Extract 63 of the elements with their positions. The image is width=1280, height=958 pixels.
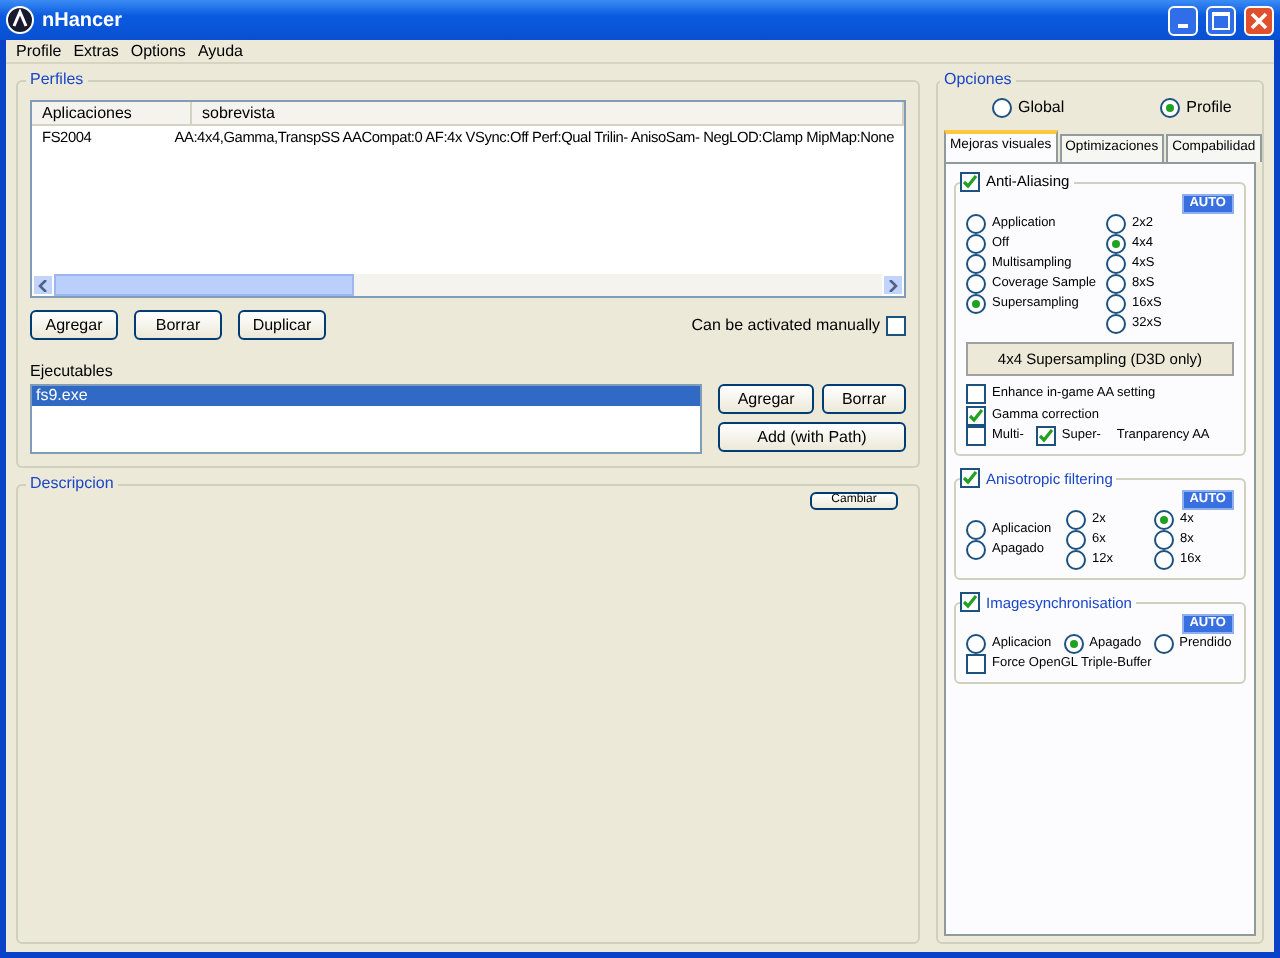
close-button[interactable] [1244,5,1274,35]
field-label: Ejecutables [30,360,113,384]
button[interactable]: Duplicar [238,310,326,340]
checkbox[interactable] [966,384,986,405]
radio-button[interactable] [1066,550,1086,571]
button[interactable]: Agregar [30,310,118,340]
radio-button[interactable] [966,540,986,561]
checkbox[interactable] [1035,426,1056,447]
radio-button[interactable] [1106,274,1126,294]
minimize-button[interactable] [1168,5,1198,35]
checkbox[interactable] [960,468,980,489]
maximize-icon [1212,11,1230,29]
checkbox-label: Can be activated manually [691,317,880,333]
radio-button[interactable] [992,98,1012,118]
menu-item[interactable]: Profile [10,39,68,63]
radio-button[interactable] [1160,98,1181,118]
scroll-right-icon[interactable] [882,274,904,296]
radio-button[interactable] [1154,550,1174,571]
radio-button[interactable] [966,294,986,314]
radio-button[interactable] [1154,530,1174,551]
column-header[interactable]: sobrevista [192,102,904,124]
radio-label: Global [1018,100,1065,116]
radio-button[interactable] [966,254,986,274]
radio-button[interactable] [1066,530,1086,551]
checkbox[interactable] [966,406,986,427]
maximize-button[interactable] [1206,5,1236,35]
radio-button[interactable] [1106,294,1126,314]
scroll-left-icon[interactable] [32,274,54,296]
button[interactable]: Agregar [718,384,815,414]
checkbox[interactable] [966,654,986,675]
radio-button[interactable] [1106,234,1126,254]
menu-item[interactable]: Ayuda [191,39,249,63]
radio-button[interactable] [966,274,986,294]
radio-button[interactable] [1106,314,1126,334]
window-title: nHancer [42,7,123,35]
radio-button[interactable] [1063,634,1084,655]
app-icon [6,6,34,34]
list-item[interactable]: fs9.exe [32,386,700,406]
radio-button[interactable] [1066,510,1086,531]
checkbox[interactable] [960,592,980,613]
close-icon [1250,11,1268,29]
radio-button[interactable] [966,214,986,234]
button[interactable]: Add (with Path) [718,422,906,452]
radio-button[interactable] [1154,510,1174,531]
checkbox[interactable] [966,426,986,447]
menu-item[interactable]: Options [124,39,192,63]
radio-button[interactable] [1106,254,1126,274]
column-header[interactable]: Aplicaciones [32,102,192,124]
button[interactable]: Borrar [822,384,907,414]
button[interactable]: Borrar [134,310,222,340]
radio-label: Profile [1186,100,1232,116]
menu-item[interactable]: Extras [67,39,125,63]
group-title: Perfiles [28,72,86,88]
checkbox[interactable] [960,172,980,192]
checkbox[interactable] [886,315,906,335]
radio-button[interactable] [1153,634,1174,655]
horizontal-scrollbar[interactable] [32,274,904,296]
group-title: Opciones [942,72,1014,88]
radio-button[interactable] [966,634,986,655]
group-title: Descripcion [28,476,116,492]
radio-button[interactable] [1106,214,1126,234]
radio-button[interactable] [966,234,986,254]
radio-button[interactable] [966,520,986,541]
